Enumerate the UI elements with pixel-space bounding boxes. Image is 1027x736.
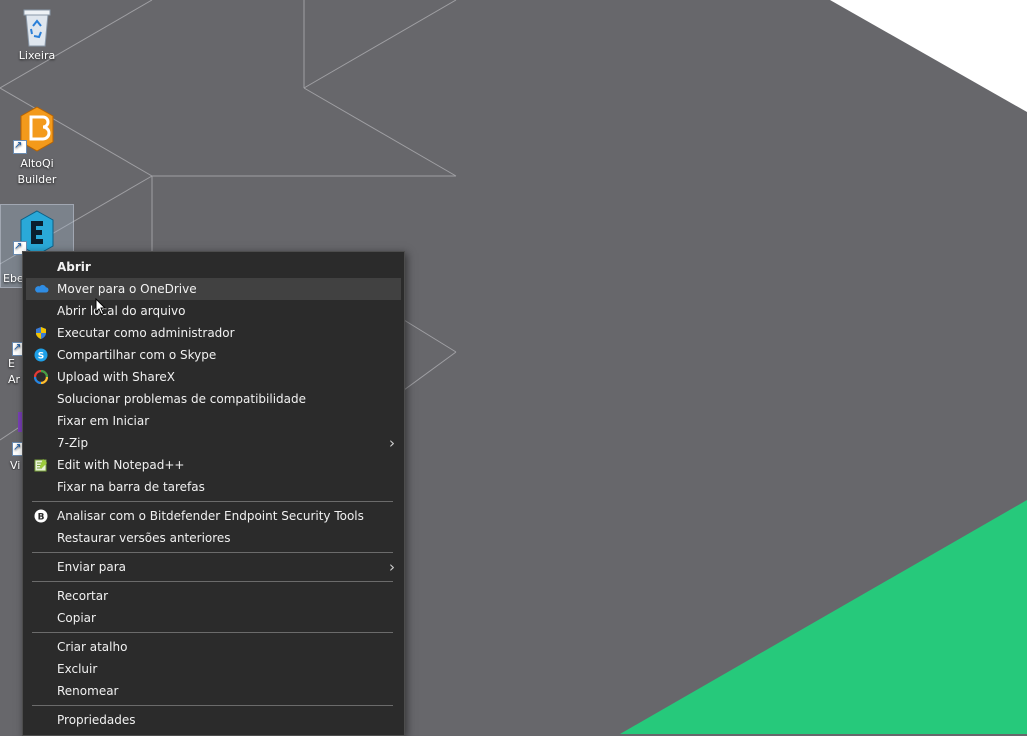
- sharex-icon: [34, 370, 48, 384]
- menu-item-copiar[interactable]: Copiar: [26, 607, 401, 629]
- shortcut-arrow-icon: [13, 138, 27, 154]
- menu-item-label: Criar atalho: [57, 640, 128, 654]
- menu-item-label: Mover para o OneDrive: [57, 282, 197, 296]
- chevron-right-icon: ›: [389, 558, 395, 576]
- svg-text:S: S: [38, 352, 44, 362]
- menu-item-restaurar[interactable]: Restaurar versões anteriores: [26, 527, 401, 549]
- menu-item-renomear[interactable]: Renomear: [26, 680, 401, 702]
- menu-separator: [32, 632, 393, 633]
- menu-item-mover-onedrive[interactable]: Mover para o OneDrive: [26, 278, 401, 300]
- desktop-icon-label: Lixeira: [18, 49, 56, 62]
- desktop-icon-label: Ebe: [3, 272, 24, 285]
- menu-item-label: Edit with Notepad++: [57, 458, 185, 472]
- menu-item-label: Restaurar versões anteriores: [57, 531, 231, 545]
- menu-item-enviar-para[interactable]: Enviar para ›: [26, 556, 401, 578]
- menu-item-abrir[interactable]: Abrir: [26, 256, 401, 278]
- desktop-icon-lixeira[interactable]: Lixeira: [9, 4, 65, 70]
- menu-item-label: Enviar para: [57, 560, 126, 574]
- menu-item-label: Abrir: [57, 260, 91, 274]
- desktop-icon-label: Vi: [10, 459, 21, 470]
- menu-item-solucionar[interactable]: Solucionar problemas de compatibilidade: [26, 388, 401, 410]
- recycle-bin-icon: [23, 9, 51, 47]
- desktop-icon-label: E Ar: [8, 357, 21, 386]
- menu-item-fixar-barra[interactable]: Fixar na barra de tarefas: [26, 476, 401, 498]
- chevron-right-icon: ›: [389, 434, 395, 452]
- menu-item-label: Solucionar problemas de compatibilidade: [57, 392, 306, 406]
- menu-item-7zip[interactable]: 7-Zip ›: [26, 432, 401, 454]
- menu-separator: [32, 501, 393, 502]
- menu-item-propriedades[interactable]: Propriedades: [26, 709, 401, 731]
- menu-item-abrir-local[interactable]: Abrir local do arquivo: [26, 300, 401, 322]
- svg-text:B: B: [38, 513, 45, 523]
- menu-item-label: Abrir local do arquivo: [57, 304, 186, 318]
- context-menu: Abrir Mover para o OneDrive Abrir local …: [22, 251, 405, 736]
- menu-item-bitdefender[interactable]: B Analisar com o Bitdefender Endpoint Se…: [26, 505, 401, 527]
- desktop-icon-label: AltoQi Builder: [17, 157, 57, 186]
- menu-item-label: Renomear: [57, 684, 119, 698]
- menu-item-label: 7-Zip: [57, 436, 89, 450]
- menu-separator: [32, 705, 393, 706]
- shortcut-arrow-icon: [12, 340, 22, 356]
- menu-item-label: Propriedades: [57, 713, 136, 727]
- menu-item-label: Copiar: [57, 611, 96, 625]
- bitdefender-icon: B: [34, 509, 48, 523]
- notepadpp-icon: [34, 459, 47, 472]
- menu-item-excluir[interactable]: Excluir: [26, 658, 401, 680]
- menu-item-notepadpp[interactable]: Edit with Notepad++: [26, 454, 401, 476]
- desktop-icon-partial-2[interactable]: Vi: [2, 410, 22, 470]
- menu-item-executar-admin[interactable]: Executar como administrador: [26, 322, 401, 344]
- menu-item-criar-atalho[interactable]: Criar atalho: [26, 636, 401, 658]
- mouse-cursor-icon: [95, 298, 107, 316]
- uac-shield-icon: [36, 327, 46, 339]
- menu-item-label: Executar como administrador: [57, 326, 235, 340]
- menu-separator: [32, 552, 393, 553]
- desktop-icon-altoqi-builder[interactable]: AltoQi Builder: [9, 104, 65, 188]
- menu-item-label: Compartilhar com o Skype: [57, 348, 217, 362]
- menu-item-label: Excluir: [57, 662, 98, 676]
- onedrive-icon: [35, 284, 49, 293]
- skype-icon: S: [34, 348, 48, 362]
- menu-item-sharex[interactable]: Upload with ShareX: [26, 366, 401, 388]
- shortcut-arrow-icon: [12, 440, 22, 456]
- desktop-icon-partial[interactable]: E Ar: [2, 340, 22, 390]
- menu-item-label: Fixar em Iniciar: [57, 414, 150, 428]
- menu-separator: [32, 581, 393, 582]
- menu-item-label: Upload with ShareX: [57, 370, 175, 384]
- menu-item-label: Recortar: [57, 589, 109, 603]
- menu-item-label: Analisar com o Bitdefender Endpoint Secu…: [57, 509, 364, 523]
- menu-item-recortar[interactable]: Recortar: [26, 585, 401, 607]
- menu-item-label: Fixar na barra de tarefas: [57, 480, 205, 494]
- menu-item-skype[interactable]: S Compartilhar com o Skype: [26, 344, 401, 366]
- menu-item-fixar-iniciar[interactable]: Fixar em Iniciar: [26, 410, 401, 432]
